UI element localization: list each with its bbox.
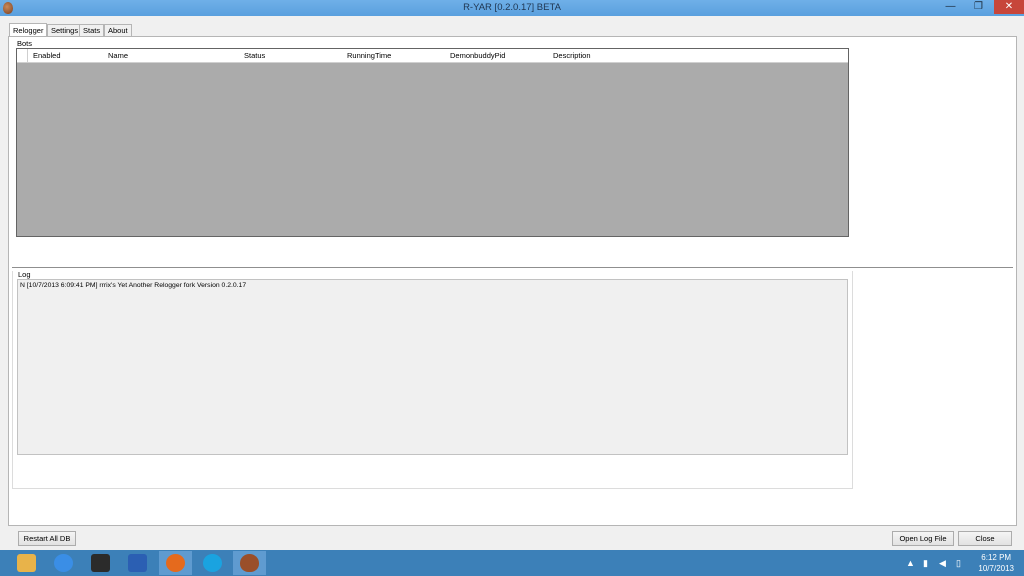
taskbar-firefox[interactable] <box>159 551 192 575</box>
file-explorer-icon <box>17 554 36 572</box>
close-button[interactable]: Close <box>958 531 1012 546</box>
tab-about[interactable]: About <box>104 24 132 36</box>
pointer-app-icon <box>91 554 110 572</box>
taskbar-pointer-app[interactable] <box>84 551 117 575</box>
taskbar-internet-explorer[interactable] <box>47 551 80 575</box>
minimize-button[interactable]: — <box>937 0 964 14</box>
tray-arrow-icon[interactable]: ▲ <box>906 558 915 568</box>
internet-explorer-icon <box>54 554 73 572</box>
bots-grid-header: Enabled Name Status RunningTime Demonbud… <box>17 49 848 63</box>
volume-icon[interactable]: ◀ <box>939 558 946 569</box>
log-group-label: Log <box>18 270 31 279</box>
taskbar: ▲ ▮ ◀ ▯ 6:12 PM 10/7/2013 <box>0 550 1024 576</box>
column-header-runningtime[interactable]: RunningTime <box>347 51 391 60</box>
taskbar-skype[interactable] <box>196 551 229 575</box>
panel-splitter[interactable] <box>12 267 1013 268</box>
app-window: R-YAR [0.2.0.17] BETA — ❐ ✕ Relogger Set… <box>0 0 1024 550</box>
firefox-icon <box>166 554 185 572</box>
window-title: R-YAR [0.2.0.17] BETA <box>463 2 561 13</box>
column-header-status[interactable]: Status <box>244 51 265 60</box>
tab-relogger[interactable]: Relogger <box>9 23 48 37</box>
close-window-button[interactable]: ✕ <box>994 0 1024 14</box>
r-yar-app-icon <box>240 554 259 572</box>
restart-all-db-button[interactable]: Restart All DB <box>18 531 76 546</box>
column-header-name[interactable]: Name <box>108 51 128 60</box>
word-icon <box>128 554 147 572</box>
clock-time: 6:12 PM <box>981 553 1012 562</box>
clock-date: 10/7/2013 <box>978 564 1014 573</box>
column-header-description[interactable]: Description <box>553 51 591 60</box>
bots-grid[interactable]: Enabled Name Status RunningTime Demonbud… <box>16 48 849 237</box>
taskbar-clock[interactable]: 6:12 PM 10/7/2013 <box>978 552 1014 574</box>
tab-stats[interactable]: Stats <box>79 24 105 36</box>
battery-icon[interactable]: ▯ <box>956 558 961 569</box>
taskbar-word[interactable] <box>121 551 154 575</box>
taskbar-file-explorer[interactable] <box>10 551 43 575</box>
bots-group-label: Bots <box>17 39 33 48</box>
log-line: N [10/7/2013 6:09:41 PM] rrrix's Yet Ano… <box>20 282 247 289</box>
column-header-demonbuddypid[interactable]: DemonbuddyPid <box>450 51 505 60</box>
app-icon[interactable] <box>3 2 13 14</box>
open-log-file-button[interactable]: Open Log File <box>892 531 954 546</box>
tab-settings[interactable]: Settings <box>47 24 83 36</box>
column-header-enabled[interactable]: Enabled <box>33 51 61 60</box>
title-bar[interactable]: R-YAR [0.2.0.17] BETA — ❐ ✕ <box>0 0 1024 16</box>
network-icon[interactable]: ▮ <box>923 558 928 569</box>
maximize-button[interactable]: ❐ <box>965 0 992 14</box>
skype-icon <box>203 554 222 572</box>
log-textbox[interactable]: N [10/7/2013 6:09:41 PM] rrrix's Yet Ano… <box>17 279 848 455</box>
taskbar-r-yar[interactable] <box>233 551 266 575</box>
row-header-corner <box>17 49 28 62</box>
